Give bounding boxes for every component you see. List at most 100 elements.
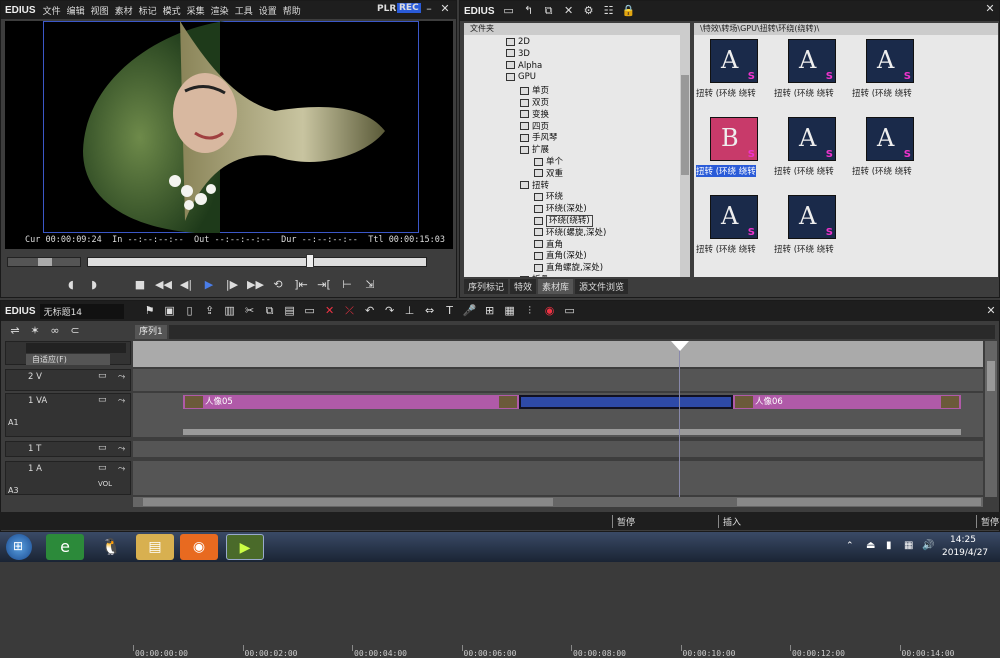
effect-thumbnail[interactable]: AS bbox=[788, 195, 836, 239]
library-tab-1[interactable]: 特效 bbox=[510, 279, 537, 294]
track-toggle-icon[interactable]: ▭ bbox=[98, 443, 107, 453]
menu-item-9[interactable]: 设置 bbox=[259, 7, 277, 17]
track-header[interactable]: 1 T ▭ ⤳ bbox=[5, 441, 131, 457]
up-folder-icon[interactable]: ↰ bbox=[521, 4, 537, 18]
tree-item[interactable]: 环绕 bbox=[534, 190, 563, 202]
insert-edit-icon[interactable]: ]⇤ bbox=[293, 278, 309, 292]
track-toggle-icon[interactable]: ▭ bbox=[98, 371, 107, 381]
library-close-icon[interactable]: ✕ bbox=[984, 3, 996, 15]
plr-label[interactable]: PLR bbox=[377, 4, 396, 14]
track-link-icon[interactable]: ⤳ bbox=[118, 396, 125, 406]
set-in-icon[interactable]: ◖ bbox=[63, 278, 79, 292]
tree-item[interactable]: 单页 bbox=[520, 84, 549, 96]
lock-icon[interactable]: 🔒 bbox=[621, 4, 637, 18]
tray-battery-icon[interactable]: ▮ bbox=[886, 540, 892, 551]
magnet-icon[interactable]: ✶ bbox=[27, 324, 43, 338]
tree-item[interactable]: 扩展 bbox=[520, 143, 549, 155]
task-explorer[interactable]: ▤ bbox=[136, 534, 174, 560]
tree-item[interactable]: 2D bbox=[506, 37, 530, 47]
ripple-delete-icon[interactable]: ⤫ bbox=[342, 304, 358, 318]
tree-item[interactable]: 环绕(深处) bbox=[534, 202, 587, 214]
track-2v[interactable] bbox=[133, 369, 983, 391]
library-tab-0[interactable]: 序列标记 bbox=[464, 279, 509, 294]
task-firefox[interactable]: ◉ bbox=[180, 534, 218, 560]
tree-item[interactable]: 手风琴 bbox=[520, 131, 558, 143]
library-tab-2[interactable]: 素材库 bbox=[538, 279, 574, 294]
folder-icon[interactable]: ▭ bbox=[501, 4, 517, 18]
set-out-icon[interactable]: ◗ bbox=[86, 278, 102, 292]
output-icon[interactable]: ⇲ bbox=[362, 278, 378, 292]
menu-item-1[interactable]: 编辑 bbox=[67, 7, 85, 17]
cut-icon[interactable]: ✕ bbox=[561, 4, 577, 18]
undo-icon[interactable]: ↶ bbox=[362, 304, 378, 318]
tree-item[interactable]: GPU bbox=[506, 72, 536, 82]
playhead[interactable] bbox=[679, 341, 680, 497]
step-back-icon[interactable]: ◀| bbox=[178, 278, 194, 292]
task-qq[interactable]: 🐧 bbox=[92, 534, 130, 560]
library-tab-3[interactable]: 源文件浏览 bbox=[575, 279, 629, 294]
timeline-close-icon[interactable]: ✕ bbox=[985, 305, 997, 317]
effect-thumbnail[interactable]: AS bbox=[710, 195, 758, 239]
link-icon[interactable]: ∞ bbox=[47, 324, 63, 338]
layout-icon[interactable]: ▭ bbox=[562, 304, 578, 318]
menu-item-8[interactable]: 工具 bbox=[235, 7, 253, 17]
effect-thumbnail[interactable]: AS bbox=[710, 39, 758, 83]
effect-thumbnail[interactable]: AS bbox=[788, 39, 836, 83]
h-scrollbar[interactable] bbox=[133, 497, 983, 507]
track-header[interactable]: 1 A ▭ ⤳ A3 VOL bbox=[5, 461, 131, 495]
rec-label[interactable]: REC bbox=[397, 3, 421, 13]
track-vol[interactable]: VOL bbox=[98, 480, 112, 488]
group-icon[interactable]: ⊂ bbox=[67, 324, 83, 338]
clock-date[interactable]: 2019/4/27 bbox=[942, 548, 988, 558]
play-icon[interactable]: ▶ bbox=[201, 278, 217, 292]
mode-icon[interactable]: ⚑ bbox=[142, 304, 158, 318]
minimize-icon[interactable]: – bbox=[423, 3, 435, 15]
track-header[interactable]: 1 VA ▭ ⤳ A1 bbox=[5, 393, 131, 437]
effect-thumbnail[interactable]: BS bbox=[710, 117, 758, 161]
time-ruler[interactable] bbox=[133, 341, 983, 367]
mixer-icon[interactable]: ⫶ bbox=[522, 304, 538, 318]
tree-item[interactable]: 直角 bbox=[534, 238, 563, 250]
match-frame-icon[interactable]: ⊢ bbox=[339, 278, 355, 292]
menu-item-4[interactable]: 标记 bbox=[139, 7, 157, 17]
tray-network-icon[interactable]: ▦ bbox=[904, 540, 913, 551]
delete-icon[interactable]: ✕ bbox=[322, 304, 338, 318]
tree-item[interactable]: Alpha bbox=[506, 61, 542, 71]
title-icon[interactable]: T bbox=[442, 304, 458, 318]
tree-item[interactable]: 环绕(绕转) bbox=[534, 214, 593, 227]
loop-icon[interactable]: ⟲ bbox=[270, 278, 286, 292]
stop-icon[interactable]: ■ bbox=[132, 278, 148, 292]
shuttle-slider[interactable] bbox=[7, 257, 81, 267]
menu-item-0[interactable]: 文件 bbox=[43, 7, 61, 17]
tray-arrow-icon[interactable]: ⌃ bbox=[846, 541, 854, 551]
redo-icon[interactable]: ↷ bbox=[382, 304, 398, 318]
sequence-tab[interactable]: 序列1 bbox=[135, 325, 167, 339]
menu-item-3[interactable]: 素材 bbox=[115, 7, 133, 17]
menu-item-10[interactable]: 帮助 bbox=[283, 7, 301, 17]
menu-item-5[interactable]: 模式 bbox=[163, 7, 181, 17]
tray-volume-icon[interactable]: 🔊 bbox=[922, 540, 934, 551]
tree-item[interactable]: 直角(深处) bbox=[534, 249, 587, 261]
transition[interactable] bbox=[519, 395, 733, 409]
fast-forward-icon[interactable]: ▶▶ bbox=[247, 278, 264, 292]
track-1a[interactable] bbox=[133, 461, 983, 495]
position-slider[interactable] bbox=[87, 254, 427, 268]
effect-thumbnail[interactable]: AS bbox=[866, 39, 914, 83]
tree-item[interactable]: 直角螺旋,深处) bbox=[534, 261, 603, 273]
track-link-icon[interactable]: ⤳ bbox=[118, 464, 125, 474]
clip-portrait-05[interactable]: 人像05 bbox=[183, 395, 519, 409]
tree-scrollbar[interactable] bbox=[680, 35, 690, 277]
copy-icon[interactable]: ⧉ bbox=[262, 304, 278, 318]
playhead-handle[interactable] bbox=[671, 341, 689, 351]
track-header[interactable]: 2 V ▭ ⤳ bbox=[5, 369, 131, 391]
menu-item-7[interactable]: 渲染 bbox=[211, 7, 229, 17]
close-icon[interactable]: ✕ bbox=[439, 3, 451, 15]
new-sequence-icon[interactable]: ▯ bbox=[182, 304, 198, 318]
paste-icon[interactable]: ▤ bbox=[282, 304, 298, 318]
tree-item[interactable]: 四页 bbox=[520, 120, 549, 132]
clip-portrait-06[interactable]: 人像06 bbox=[733, 395, 961, 409]
add-clip-icon[interactable]: ⧉ bbox=[541, 4, 557, 18]
step-forward-icon[interactable]: |▶ bbox=[224, 278, 240, 292]
overwrite-edit-icon[interactable]: ⇥[ bbox=[316, 278, 332, 292]
trim-icon[interactable]: ⇔ bbox=[422, 304, 438, 318]
